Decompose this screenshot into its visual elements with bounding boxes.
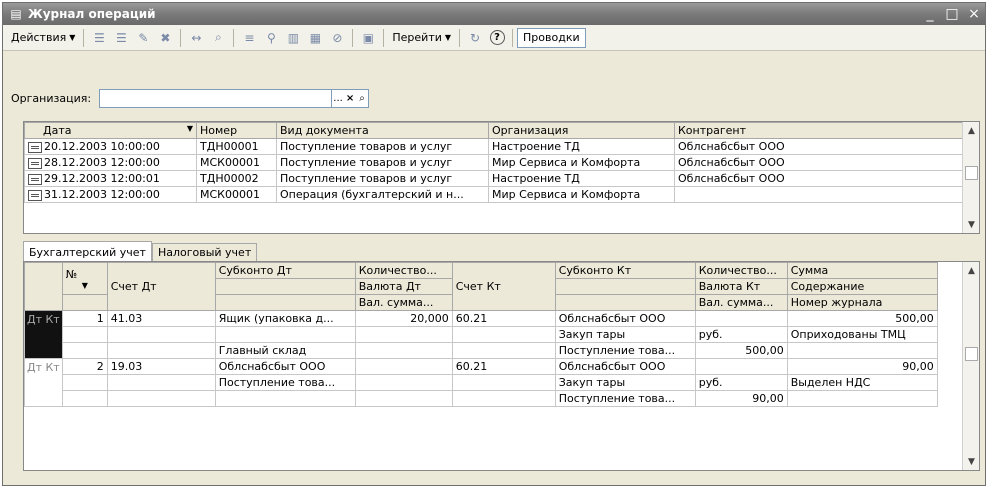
- table-row[interactable]: Дт Кт 2 19.03 Облснабсбыт ООО 60.21 Облс…: [24, 358, 938, 407]
- separator: [512, 28, 514, 47]
- window-title: Журнал операций: [28, 7, 156, 21]
- chevron-down-icon: ▼: [444, 33, 452, 42]
- column-header-doc-type[interactable]: Вид документа: [276, 122, 489, 139]
- filter-list-icon[interactable]: ▥: [283, 28, 303, 48]
- tab-tax[interactable]: Налоговый учет: [151, 243, 258, 262]
- edit-icon[interactable]: ✎: [133, 28, 153, 48]
- scroll-up-icon[interactable]: ▲: [963, 262, 979, 279]
- help-label: ?: [489, 30, 505, 45]
- organization-buttons: ... × ⌕: [332, 89, 370, 108]
- delete-icon[interactable]: ✖: [155, 28, 175, 48]
- tab-accounting[interactable]: Бухгалтерский учет: [23, 241, 152, 262]
- chevron-down-icon: ▼: [69, 33, 76, 42]
- minimize-button[interactable]: _: [919, 6, 941, 22]
- create-based-icon[interactable]: ▣: [358, 28, 378, 48]
- tab-bar: Бухгалтерский учет Налоговый учет: [23, 241, 258, 262]
- column-header-blank: [214, 278, 356, 295]
- dt-kt-marker: Дт Кт: [24, 358, 63, 407]
- separator: [233, 28, 235, 47]
- column-header-account-dt[interactable]: Счет Дт: [106, 262, 216, 311]
- clear-filter-icon[interactable]: ⊘: [327, 28, 347, 48]
- actions-menu[interactable]: Действия ▼: [7, 27, 79, 49]
- column-header-currency-kt[interactable]: Валюта Кт: [694, 278, 788, 295]
- column-header-organization[interactable]: Организация: [488, 122, 675, 139]
- document-icon: [28, 173, 42, 185]
- column-header-blank: [554, 294, 696, 311]
- toolbar: Действия ▼ ☰ ☰ ✎ ✖ ↔ ⌕ ≡ ⚲ ▥ ▦ ⊘ ▣ Перейт…: [3, 25, 985, 51]
- journal-window: ▤ Журнал операций _ □ × Действия ▼ ☰ ☰ ✎ …: [2, 2, 986, 486]
- table-row[interactable]: 20.12.2003 10:00:00 ТДН00001 Поступление …: [24, 138, 963, 155]
- help-icon[interactable]: ?: [487, 28, 507, 48]
- table-row[interactable]: 29.12.2003 12:00:01 ТДН00002 Поступление …: [24, 170, 963, 187]
- document-icon: [28, 141, 42, 153]
- table-row[interactable]: Поступление това... Закуп тары руб. Выде…: [25, 374, 938, 391]
- maximize-button[interactable]: □: [941, 6, 963, 22]
- column-header-qty-dt[interactable]: Количество...: [354, 262, 453, 279]
- scroll-thumb[interactable]: [965, 166, 978, 180]
- interval-icon[interactable]: ↔: [186, 28, 206, 48]
- row-marker-header: [24, 262, 63, 311]
- title-bar: ▤ Журнал операций _ □ ×: [3, 3, 985, 25]
- column-header-valsum-kt[interactable]: Вал. сумма...: [694, 294, 788, 311]
- document-icon: [28, 157, 42, 169]
- column-header-blank: [61, 294, 108, 311]
- column-header-number[interactable]: № ▼: [61, 262, 108, 295]
- scroll-thumb[interactable]: [965, 347, 978, 361]
- column-header-currency-dt[interactable]: Валюта Дт: [354, 278, 453, 295]
- organization-input[interactable]: [99, 89, 333, 108]
- column-header-blank: [214, 294, 356, 311]
- column-header-number[interactable]: Номер: [196, 122, 277, 139]
- column-header-date[interactable]: Дата ▼: [24, 122, 197, 139]
- separator: [180, 28, 182, 47]
- filter-history-icon[interactable]: ▦: [305, 28, 325, 48]
- actions-label: Действия: [11, 31, 67, 44]
- close-button[interactable]: ×: [963, 6, 985, 22]
- column-header-counterparty[interactable]: Контрагент: [674, 122, 963, 139]
- postings-table[interactable]: № ▼ Счет Дт Субконто Дт Количество... Сче…: [23, 261, 980, 471]
- separator: [459, 28, 461, 47]
- scroll-down-icon[interactable]: ▼: [963, 453, 979, 470]
- table-row[interactable]: 28.12.2003 12:00:00 МСК00001 Поступление …: [24, 154, 963, 171]
- filter-icon[interactable]: ⚲: [261, 28, 281, 48]
- table-row[interactable]: Главный склад Поступление това... 500,00: [25, 342, 938, 359]
- column-header-sum[interactable]: Сумма: [786, 262, 938, 279]
- column-header-blank: [554, 278, 696, 295]
- postings-label: Проводки: [523, 31, 580, 44]
- column-header-valsum-dt[interactable]: Вал. сумма...: [354, 294, 453, 311]
- separator: [352, 28, 354, 47]
- column-header-journal-number[interactable]: Номер журнала: [786, 294, 938, 311]
- goto-menu[interactable]: Перейти ▼: [388, 27, 455, 49]
- table-row[interactable]: Закуп тары руб. Оприходованы ТМЦ: [25, 326, 938, 343]
- add-icon[interactable]: ☰: [89, 28, 109, 48]
- column-header-subconto-dt[interactable]: Субконто Дт: [214, 262, 356, 279]
- separator: [383, 28, 385, 47]
- organization-label: Организация:: [11, 92, 92, 105]
- sort-icon[interactable]: ≡: [239, 28, 259, 48]
- postings-button[interactable]: Проводки: [517, 27, 586, 48]
- column-header-account-kt[interactable]: Счет Кт: [451, 262, 556, 311]
- separator: [83, 28, 85, 47]
- journal-scrollbar[interactable]: ▲ ▼: [962, 122, 979, 233]
- copy-icon[interactable]: ☰: [111, 28, 131, 48]
- column-header-qty-kt[interactable]: Количество...: [694, 262, 788, 279]
- table-row[interactable]: 31.12.2003 12:00:00 МСК00001 Операция (бу…: [24, 186, 963, 203]
- table-row[interactable]: Дт Кт 1 41.03 Ящик (упаковка д... 20,000…: [24, 310, 938, 359]
- organization-filter: Организация: ... × ⌕: [11, 89, 370, 108]
- postings-scrollbar[interactable]: ▲ ▼: [962, 262, 979, 470]
- scroll-down-icon[interactable]: ▼: [963, 216, 979, 233]
- journal-icon: ▤: [10, 7, 22, 21]
- goto-label: Перейти: [392, 31, 442, 44]
- clear-button[interactable]: ×: [344, 90, 356, 107]
- select-button[interactable]: ...: [332, 90, 344, 107]
- journal-table[interactable]: Дата ▼ Номер Вид документа Организация Ко…: [23, 121, 980, 234]
- find-icon[interactable]: ⌕: [208, 28, 228, 48]
- refresh-icon[interactable]: ↻: [465, 28, 485, 48]
- dt-kt-marker: Дт Кт: [24, 310, 63, 359]
- operation-icon: [28, 189, 42, 201]
- table-row[interactable]: Поступление това... 90,00: [25, 390, 938, 407]
- column-header-subconto-kt[interactable]: Субконто Кт: [554, 262, 696, 279]
- column-header-content[interactable]: Содержание: [786, 278, 938, 295]
- scroll-up-icon[interactable]: ▲: [963, 122, 979, 139]
- search-icon[interactable]: ⌕: [356, 90, 368, 107]
